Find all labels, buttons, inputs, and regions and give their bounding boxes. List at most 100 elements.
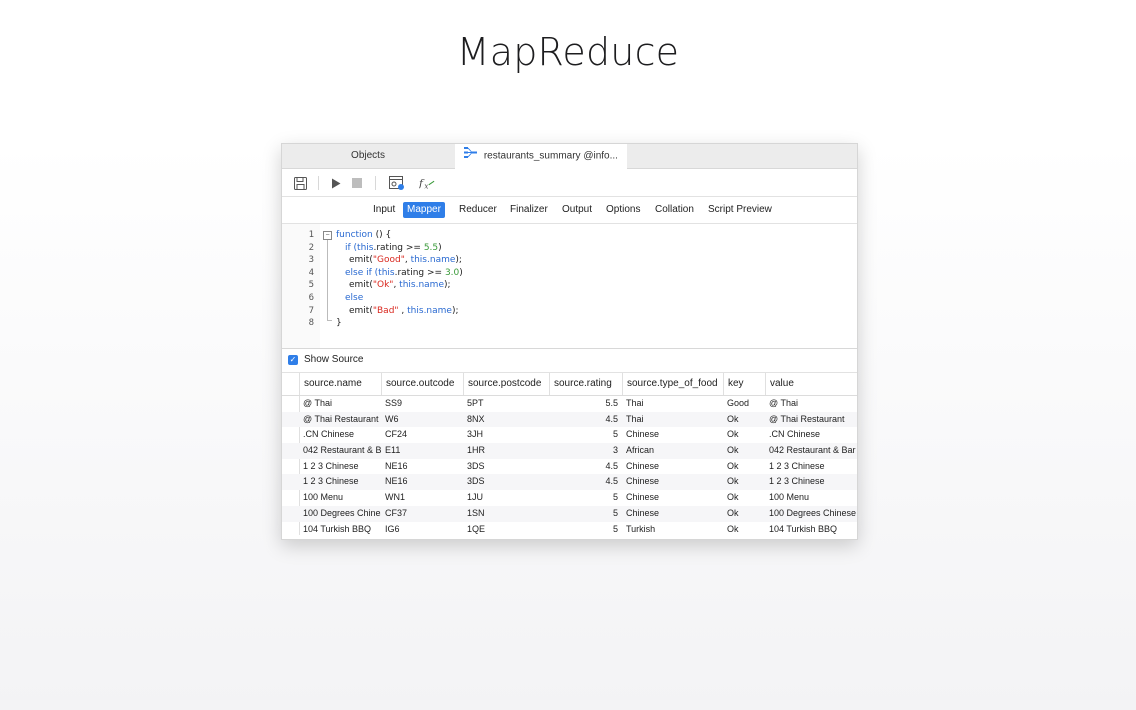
line-gutter	[282, 224, 320, 348]
line-number: 6	[308, 293, 314, 303]
tab-output[interactable]: Output	[558, 202, 596, 218]
table-row[interactable]: 042 Restaurant & B E11 1HR 3 African Ok 042 Re…	[282, 443, 857, 459]
sub-tab-bar: Input Mapper Reducer Finalizer Output Op…	[282, 197, 857, 224]
tab-objects[interactable]: Objects	[282, 144, 454, 168]
table-cell: @ Thai	[303, 398, 332, 408]
table-cell: 3	[612, 445, 618, 456]
table-cell: 5	[612, 523, 618, 534]
tab-reducer[interactable]: Reducer	[455, 202, 501, 218]
table-cell: 042 Restaurant & B	[303, 445, 381, 456]
column-header[interactable]: key	[723, 373, 765, 395]
column-header[interactable]: source.outcode	[381, 373, 463, 395]
table-cell: IG6	[385, 523, 400, 534]
table-cell: 1JU	[467, 492, 484, 503]
line-number: 3	[308, 255, 314, 266]
fold-guide	[327, 240, 328, 320]
table-cell: 5	[612, 429, 618, 440]
table-cell: Thai	[626, 398, 644, 408]
table-cell: 1 2 3 Chinese	[769, 476, 825, 487]
table-cell: Chinese	[626, 476, 660, 487]
line-number: 7	[308, 305, 314, 316]
table-cell: African	[626, 445, 655, 456]
table-cell: Chinese	[626, 507, 660, 518]
tab-script-preview[interactable]: Script Preview	[704, 202, 776, 218]
table-row[interactable]: 100 Menu WN1 1JU 5 Chinese Ok 100 Menu	[282, 490, 857, 506]
table-cell: 5PT	[467, 398, 484, 408]
results-grid: source.name source.outcode source.postco…	[282, 373, 857, 537]
fold-toggle[interactable]: −	[323, 231, 332, 240]
table-row[interactable]: @ Thai SS9 5PT 5.5 Thai Good @ Thai	[282, 396, 857, 412]
toolbar-separator	[375, 176, 376, 190]
collection-settings-button[interactable]	[389, 175, 405, 191]
column-header[interactable]: source.rating	[549, 373, 622, 395]
code-line-3: emit("Good", this.name);	[349, 255, 462, 266]
line-number: 1	[308, 230, 314, 240]
table-cell: 8NX	[467, 413, 485, 424]
tab-input[interactable]: Input	[369, 202, 399, 218]
column-header[interactable]: source.name	[299, 373, 381, 395]
tab-collation[interactable]: Collation	[651, 202, 698, 218]
table-cell: Ok	[727, 476, 739, 487]
table-cell: Chinese	[626, 429, 660, 440]
table-cell: Ok	[727, 413, 739, 424]
line-number: 2	[308, 242, 314, 253]
code-line-7: emit("Bad" , this.name);	[349, 305, 459, 316]
column-header[interactable]: source.postcode	[463, 373, 549, 395]
table-cell: 3JH	[467, 429, 484, 440]
table-cell: Ok	[727, 460, 739, 471]
table-cell: SS9	[385, 398, 403, 408]
save-button[interactable]	[292, 175, 308, 191]
table-row[interactable]: .CN Chinese CF24 3JH 5 Chinese Ok .CN Chinese	[282, 427, 857, 443]
code-line-6: else	[345, 293, 364, 303]
table-row[interactable]: 1 2 3 Chinese NE16 3DS 4.5 Chinese Ok 1 2 3 Ch…	[282, 459, 857, 475]
table-cell: @ Thai Restaurant	[769, 413, 845, 424]
table-cell: 1SN	[467, 507, 485, 518]
show-source-checkbox[interactable]: ✓	[288, 355, 298, 365]
table-cell: 1 2 3 Chinese	[303, 460, 359, 471]
collection-settings-icon	[389, 175, 404, 190]
run-button[interactable]	[328, 175, 344, 191]
table-cell: CF24	[385, 429, 408, 440]
tab-restaurants-summary-label: restaurants_summary @info...	[483, 150, 618, 162]
tab-restaurants-summary[interactable]: restaurants_summary @info...	[455, 144, 627, 169]
table-row[interactable]: 104 Turkish BBQ IG6 1QE 5 Turkish Ok 104 Turki…	[282, 522, 857, 538]
line-number: 5	[308, 280, 314, 291]
show-source-row: ✓ Show Source	[282, 349, 857, 373]
table-cell: 4.5	[605, 460, 618, 471]
table-cell: 3DS	[467, 460, 485, 471]
function-button[interactable]: f x	[419, 175, 435, 191]
table-row[interactable]: 1 2 3 Chinese NE16 3DS 4.5 Chinese Ok 1 2 3 Ch…	[282, 474, 857, 491]
tab-bar: Objects restaurants_summary @info...	[282, 144, 857, 169]
table-cell: Ok	[727, 429, 739, 440]
table-cell: 1 2 3 Chinese	[769, 460, 825, 471]
stop-button[interactable]	[349, 175, 365, 191]
svg-text:x: x	[424, 181, 428, 190]
table-cell: 1HR	[467, 445, 486, 456]
code-line-1: function () {	[336, 230, 392, 240]
table-cell: NE16	[385, 476, 408, 487]
tab-mapper[interactable]: Mapper	[403, 202, 445, 218]
table-cell: Ok	[727, 523, 739, 534]
table-cell: 100 Degrees Chinese	[769, 507, 857, 518]
table-row[interactable]: @ Thai Restaurant W6 8NX 4.5 Thai Ok @ Thai Re…	[282, 411, 857, 428]
play-icon	[332, 178, 341, 188]
table-cell: @ Thai Restaurant	[303, 413, 379, 424]
table-cell: Turkish	[626, 523, 656, 534]
code-line-4: else if (this.rating >= 3.0)	[345, 267, 463, 278]
table-row[interactable]: 100 Degrees Chinese CF37 1SN 5 Chinese Ok 100 …	[282, 505, 857, 522]
column-header[interactable]: source.type_of_food	[622, 373, 723, 395]
table-cell: W6	[385, 413, 399, 424]
table-cell: 4.5	[605, 476, 618, 487]
show-source-label: Show Source	[304, 354, 364, 365]
table-cell: Ok	[727, 445, 739, 456]
table-cell: 104 Turkish BBQ	[769, 523, 838, 534]
tab-finalizer[interactable]: Finalizer	[506, 202, 552, 218]
table-cell: 100 Menu	[303, 492, 344, 503]
code-line-2: if (this.rating >= 5.5)	[345, 242, 442, 253]
code-editor[interactable]: 1 2 3 4 5 6 7 8 − function () { if (this…	[282, 224, 857, 349]
table-cell: Thai	[626, 413, 644, 424]
column-header[interactable]: value	[765, 373, 857, 395]
page-title: MapReduce	[456, 30, 680, 74]
toolbar-separator	[318, 176, 319, 190]
tab-options[interactable]: Options	[602, 202, 644, 218]
